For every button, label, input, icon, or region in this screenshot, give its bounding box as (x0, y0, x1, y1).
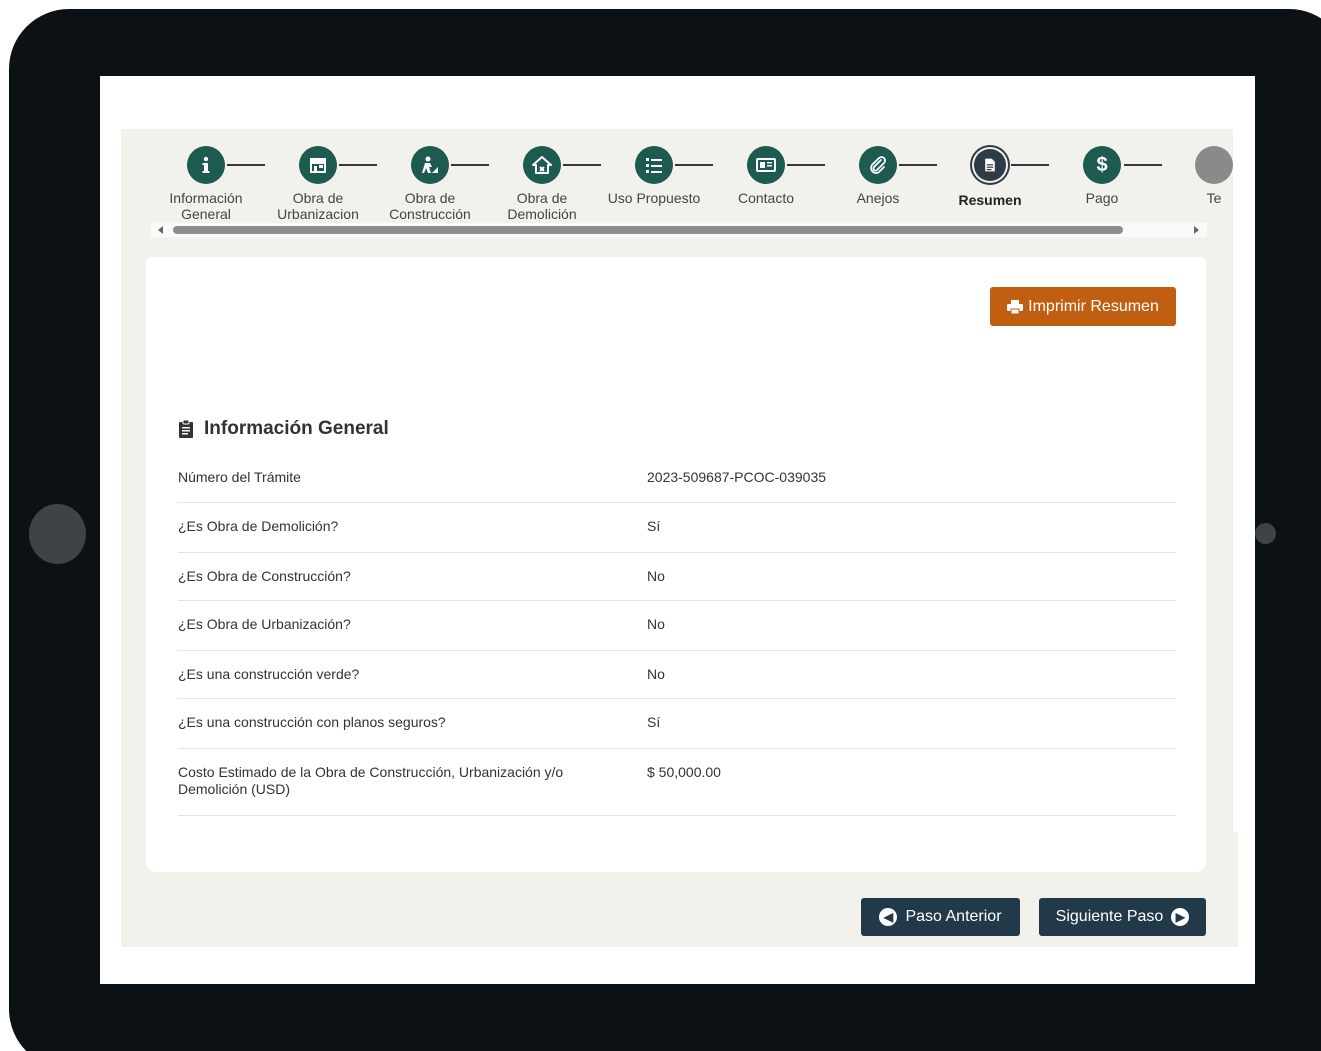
step-label: Obra de Demolición (507, 190, 577, 222)
tablet-home-button (29, 504, 86, 564)
summary-card-bottom (146, 819, 1206, 872)
previous-step-button[interactable]: ◀ Paso Anterior (861, 898, 1020, 936)
next-step-label: Siguiente Paso (1055, 908, 1164, 925)
step-label: Resumen (958, 192, 1022, 208)
step-pago[interactable]: $ Pago (1042, 146, 1162, 206)
step-label: Obra de Construcción (389, 190, 471, 222)
scrollbar-thumb[interactable] (173, 226, 1123, 234)
step-terminado[interactable]: Te (1154, 146, 1233, 206)
step-informacion-general[interactable]: Información General (146, 146, 266, 222)
step-anejos[interactable]: Anejos (818, 146, 938, 206)
previous-step-label: Paso Anterior (905, 908, 1002, 925)
circle-icon (1195, 146, 1233, 184)
progress-stepper: Información General Obra de Urbanizacion… (121, 129, 1233, 237)
step-label: Uso Propuesto (607, 190, 701, 206)
print-summary-button[interactable]: Imprimir Resumen (990, 287, 1176, 326)
dollar-icon: $ (1083, 146, 1121, 184)
paperclip-icon (859, 146, 897, 184)
print-summary-label: Imprimir Resumen (1028, 297, 1159, 315)
house-icon (523, 146, 561, 184)
step-uso-propuesto[interactable]: Uso Propuesto (594, 146, 714, 206)
step-obra-urbanizacion[interactable]: Obra de Urbanizacion (258, 146, 378, 222)
arrow-right-icon: ▶ (1171, 908, 1190, 926)
printer-icon (1007, 299, 1024, 314)
document-icon (974, 149, 1006, 181)
info-icon (187, 146, 225, 184)
step-label: Obra de Urbanizacion (277, 190, 359, 222)
storefront-icon (299, 146, 337, 184)
summary-card (146, 257, 1206, 872)
tablet-screen: Información General Obra de Urbanizacion… (100, 76, 1255, 984)
checklist-icon (635, 146, 673, 184)
id-card-icon (747, 146, 785, 184)
step-label: Información General (169, 190, 243, 222)
step-label: Anejos (856, 190, 900, 206)
step-obra-demolicion[interactable]: Obra de Demolición (482, 146, 602, 222)
arrow-left-icon: ◀ (879, 908, 898, 926)
step-resumen[interactable]: Resumen (930, 146, 1050, 208)
step-label: Te (1206, 190, 1222, 206)
stepper-scrollbar[interactable] (151, 223, 1207, 237)
tablet-camera (1255, 523, 1276, 544)
scroll-right-arrow[interactable] (1194, 226, 1199, 234)
step-contacto[interactable]: Contacto (706, 146, 826, 206)
scroll-left-arrow[interactable] (158, 226, 163, 234)
step-label: Contacto (737, 190, 795, 206)
step-obra-construccion[interactable]: Obra de Construcción (370, 146, 490, 222)
step-label: Pago (1085, 190, 1119, 206)
next-step-button[interactable]: Siguiente Paso ▶ (1039, 898, 1206, 936)
worker-icon (411, 146, 449, 184)
